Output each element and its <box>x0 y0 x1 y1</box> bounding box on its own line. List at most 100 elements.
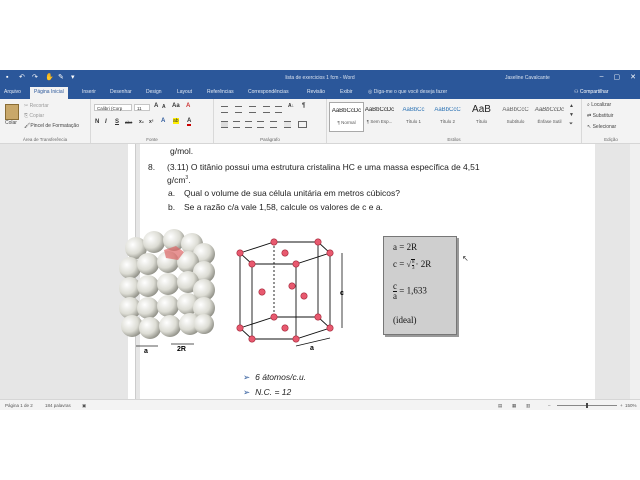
word-count[interactable]: 184 palavras <box>45 403 71 408</box>
zoom-slider-thumb[interactable] <box>586 403 588 408</box>
tab-design[interactable]: Design <box>146 89 162 95</box>
zoom-out-icon[interactable]: – <box>548 403 551 408</box>
bullets-icon[interactable] <box>221 106 228 113</box>
web-layout-icon[interactable]: ▥ <box>526 403 530 409</box>
read-mode-icon[interactable]: ▤ <box>498 403 502 409</box>
zoom-level[interactable]: 150% <box>625 403 637 408</box>
font-name-field[interactable]: Calibri (Corp <box>94 104 132 111</box>
zoom-in-icon[interactable]: + <box>620 403 623 408</box>
bold-button[interactable]: N <box>95 119 99 125</box>
decrease-indent-icon[interactable] <box>263 106 270 113</box>
superscript-icon[interactable]: x² <box>149 119 153 125</box>
underline-button[interactable]: S <box>115 119 119 125</box>
window-title: lista de exercicios 1 fcm - Word <box>285 75 355 81</box>
shrink-font-icon[interactable]: A <box>162 104 166 110</box>
style-enfase-sutil[interactable]: AaBbCcDc Ênfase Sutil <box>533 102 566 130</box>
styles-more-icon[interactable]: ⏷ <box>569 121 573 127</box>
style-titulo-2[interactable]: AaBbCcC Título 2 <box>431 102 464 130</box>
save-icon[interactable]: ▪ <box>6 74 13 81</box>
subscript-icon[interactable]: x₂ <box>139 119 144 125</box>
tab-arquivo[interactable]: Arquivo <box>4 89 21 95</box>
tab-revisao[interactable]: Revisão <box>307 89 325 95</box>
increase-indent-icon[interactable] <box>275 106 282 113</box>
format-painter-button[interactable]: 🖌Pincel de Formatação <box>24 123 79 129</box>
hcp-sphere-packing-figure: a 2R <box>119 229 215 354</box>
grow-font-icon[interactable]: A <box>154 103 158 109</box>
paste-icon[interactable] <box>5 104 19 120</box>
style-subtitulo[interactable]: AaBbCcC Subtítulo <box>499 102 532 130</box>
style-titulo-1[interactable]: AaBbCc Título 1 <box>397 102 430 130</box>
item-b-label: b. <box>168 202 176 212</box>
align-left-icon[interactable] <box>221 121 228 128</box>
align-center-icon[interactable] <box>233 121 240 128</box>
cut-label: Recortar <box>29 103 49 109</box>
font-color-icon[interactable]: A <box>187 118 192 126</box>
draw-icon[interactable]: ✎ <box>58 74 65 81</box>
tab-pagina-inicial[interactable]: Página Inicial <box>30 87 68 99</box>
style-titulo[interactable]: AaB Título <box>465 102 498 130</box>
proofing-icon[interactable]: ▣ <box>82 403 86 409</box>
paste-label[interactable]: Colar <box>5 120 17 126</box>
style-preview: AaBbCcC <box>434 107 461 113</box>
share-button[interactable]: ⚇ Compartilhar <box>574 89 609 95</box>
close-button[interactable]: ✕ <box>630 73 636 81</box>
change-case-icon[interactable]: Aa <box>172 103 180 109</box>
shading-icon[interactable] <box>284 121 291 128</box>
text-effects-icon[interactable]: A <box>161 118 165 124</box>
tab-layout[interactable]: Layout <box>177 89 192 95</box>
bullet-nc-text: N.C. = 12 <box>255 387 292 397</box>
user-name[interactable]: Jaseline Cavalcante <box>505 75 550 81</box>
bottom-letterbox <box>0 410 640 480</box>
tab-desenhar[interactable]: Desenhar <box>110 89 132 95</box>
ribbon: Colar ✂ Recortar ⎘ Copiar 🖌Pincel de For… <box>0 99 640 144</box>
font-size-field[interactable]: 11 <box>134 104 150 111</box>
replace-button[interactable]: ⇄ Substituir <box>587 113 613 119</box>
tell-me-box[interactable]: ◎ Diga-me o que você deseja fazer <box>368 89 447 95</box>
touch-mode-icon[interactable]: ✋ <box>45 74 54 81</box>
style-normal[interactable]: AaBbCcDc ¶ Normal <box>329 102 364 132</box>
style-name: Título 1 <box>405 119 421 124</box>
tab-referencias[interactable]: Referências <box>207 89 234 95</box>
clear-format-icon[interactable]: A <box>186 103 190 109</box>
formula-ratio: ca = 1,633 <box>393 282 427 301</box>
cut-button[interactable]: ✂ Recortar <box>24 103 49 109</box>
page-count[interactable]: Página 1 de 2 <box>5 403 33 408</box>
multilevel-list-icon[interactable] <box>249 106 256 113</box>
copy-button[interactable]: ⎘ Copiar <box>24 113 44 119</box>
numbering-icon[interactable] <box>235 106 242 113</box>
undo-icon[interactable]: ↶ <box>19 74 26 81</box>
maximize-button[interactable]: ▢ <box>614 73 621 81</box>
justify-icon[interactable] <box>257 121 264 128</box>
customize-qat-icon[interactable]: ▾ <box>71 74 78 81</box>
redo-icon[interactable]: ↷ <box>32 74 39 81</box>
borders-icon[interactable] <box>298 121 307 128</box>
style-name: Subtítulo <box>506 119 525 124</box>
minimize-button[interactable]: – <box>600 73 604 81</box>
styles-scroll-up-icon[interactable]: ▲ <box>569 103 574 109</box>
unit-end: . <box>188 175 191 185</box>
label-a: a <box>144 348 148 354</box>
strikethrough-button[interactable]: abc <box>125 120 132 125</box>
clipboard-group: Colar ✂ Recortar ⎘ Copiar 🖌Pincel de For… <box>0 99 91 143</box>
bullet-atoms-text: 6 átomos/c.u. <box>255 372 307 382</box>
line-spacing-icon[interactable] <box>270 121 277 128</box>
formula-c: c = √ 8 3 · 2R <box>393 259 431 271</box>
print-layout-icon[interactable]: ▦ <box>512 403 516 409</box>
select-button[interactable]: ↖ Selecionar <box>587 124 616 130</box>
align-right-icon[interactable] <box>245 121 252 128</box>
italic-button[interactable]: I <box>105 119 107 125</box>
tab-inserir[interactable]: Inserir <box>82 89 96 95</box>
style-sem-espacamento[interactable]: AaBbCcDc ¶ Sem Esp... <box>363 102 396 130</box>
style-name: Título <box>475 119 488 124</box>
vertical-scrollbar[interactable] <box>630 144 640 399</box>
sort-icon[interactable]: A↓ <box>288 103 294 109</box>
styles-scroll-down-icon[interactable]: ▼ <box>569 112 574 118</box>
style-preview: AaB <box>472 104 491 115</box>
show-marks-icon[interactable]: ¶ <box>302 103 305 109</box>
font-group-label: Fonte <box>146 137 158 142</box>
fraction-c-a: ca <box>393 282 397 301</box>
find-button[interactable]: ⌕ Localizar <box>587 102 611 108</box>
highlight-icon[interactable]: ab <box>173 118 179 124</box>
tab-exibir[interactable]: Exibir <box>340 89 353 95</box>
tab-correspondencias[interactable]: Correspondências <box>248 89 289 95</box>
